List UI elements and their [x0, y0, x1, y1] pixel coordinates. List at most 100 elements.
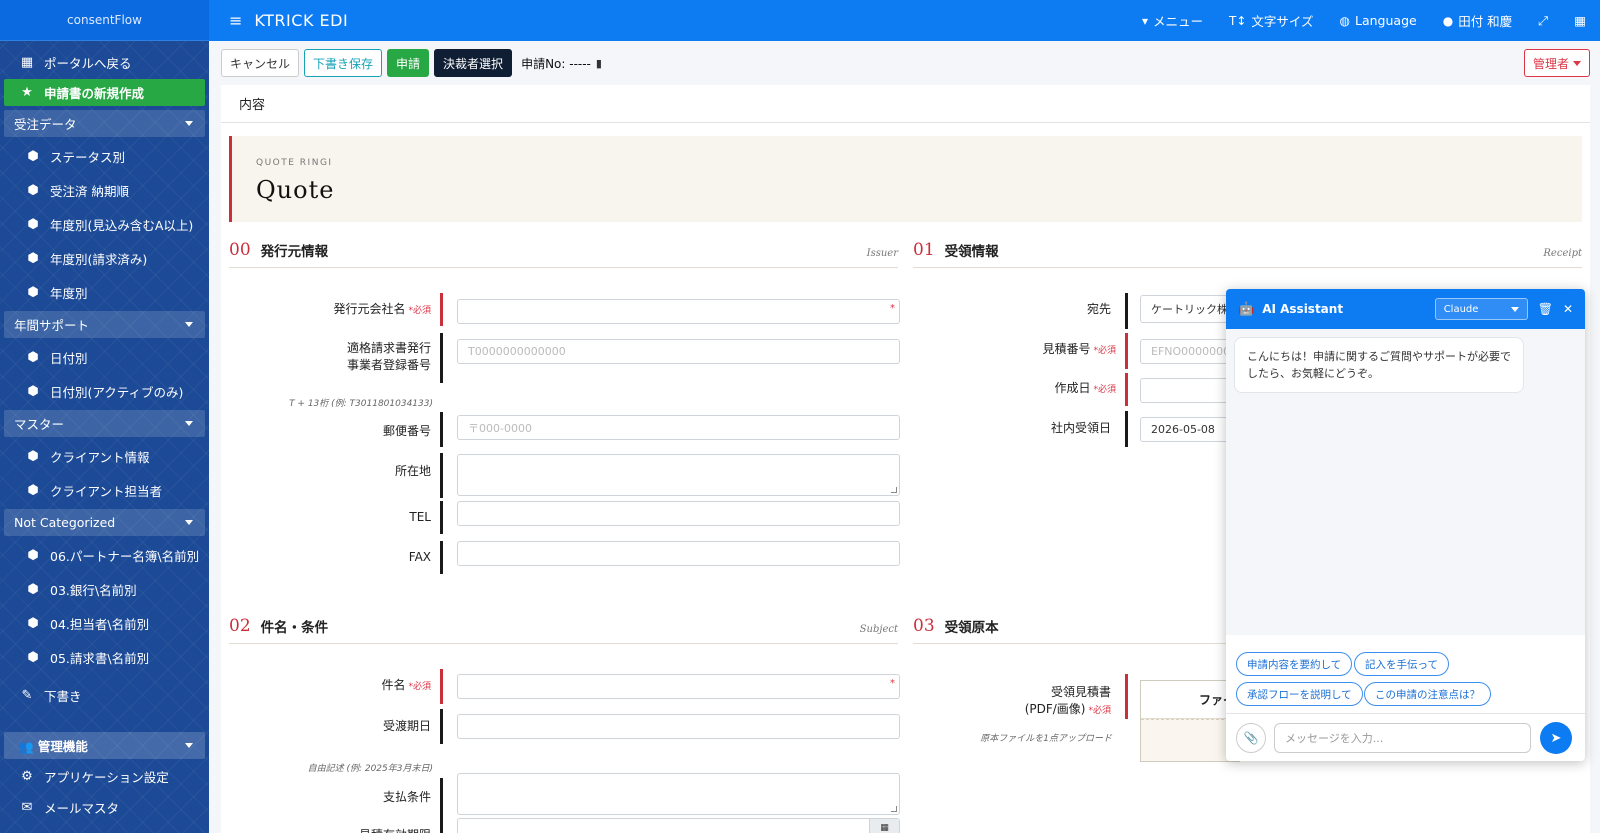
suggestion-help-fill[interactable]: 記入を手伝って	[1354, 652, 1449, 676]
sidebar-item-invoices[interactable]: ⬢ 05.請求書\名前別	[4, 640, 205, 674]
robot-icon: 🤖	[1238, 301, 1255, 317]
registration-number-input[interactable]: T0000000000000	[457, 339, 900, 364]
admin-dropdown[interactable]: 管理者	[1523, 49, 1590, 77]
building-icon: ▦	[20, 54, 34, 70]
sidebar-item-by-year[interactable]: ⬢ 年度別	[4, 275, 205, 309]
issuer-company-input[interactable]: *	[457, 299, 900, 324]
cube-icon: ⬢	[27, 349, 39, 365]
suggestion-approval-flow[interactable]: 承認フローを説明して	[1236, 682, 1363, 706]
field-marker	[440, 818, 443, 833]
received-date-label: 社内受領日	[1050, 421, 1111, 435]
chevron-down-icon	[185, 421, 193, 426]
quote-number-label: 見積番号 *必須	[1042, 342, 1116, 356]
recipient-select[interactable]: ケートリック株	[1140, 295, 1240, 323]
sidebar-group-annual-support[interactable]: 年間サポート	[4, 311, 205, 338]
drop-zone[interactable]	[1141, 719, 1239, 761]
postal-code-label: 郵便番号	[382, 424, 431, 438]
sidebar-item-by-year-billed[interactable]: ⬢ 年度別(請求済み)	[4, 241, 205, 275]
calendar-icon[interactable]: ▦	[869, 819, 899, 833]
sidebar-item-mail-master[interactable]: ✉ メールマスタ	[4, 792, 205, 823]
delivery-date-input[interactable]	[457, 714, 900, 739]
delivery-date-label: 受渡期日	[382, 719, 431, 733]
sidebar-item-partners[interactable]: ⬢ 06.パートナー名簿\名前別	[4, 538, 205, 572]
action-bar: キャンセル 下書き保存 申請 決裁者選択 申請No: ----- ▮ 管理者	[221, 49, 1590, 77]
save-draft-button[interactable]: 下書き保存	[304, 49, 383, 77]
resize-handle[interactable]	[891, 487, 897, 493]
brand-logo[interactable]: consentFlow	[0, 0, 209, 41]
tel-input[interactable]	[457, 501, 900, 526]
send-button[interactable]: ➤	[1540, 722, 1572, 754]
apply-button[interactable]: 申請	[387, 49, 430, 77]
required-marker	[440, 669, 443, 704]
sidebar-item-by-date-active[interactable]: ⬢ 日付別(アクティブのみ)	[4, 374, 205, 408]
users-cog-icon: 👥	[18, 739, 38, 754]
bookmark-icon: ▮	[595, 56, 602, 70]
trash-icon[interactable]: 🗑	[1538, 302, 1553, 316]
top-nav: ▾ メニュー T↕ 文字サイズ ◍ Language ● 田付 和慶 ⤢ ▦	[1116, 11, 1586, 30]
sidebar-item-new-request[interactable]: ★ 申請書の新規作成	[4, 79, 205, 106]
original-file-label: 受領見積書 (PDF/画像) *必須	[1024, 685, 1111, 716]
quote-number-input[interactable]: EFNO0000000	[1140, 339, 1240, 364]
sidebar-item-client-info[interactable]: ⬢ クライアント情報	[4, 439, 205, 473]
sidebar-item-app-settings[interactable]: ⚙ アプリケーション設定	[4, 761, 205, 792]
suggestion-notes[interactable]: この申請の注意点は？	[1364, 682, 1491, 706]
language-button[interactable]: ◍ Language	[1340, 13, 1417, 28]
sidebar-item-portal[interactable]: ▦ ポータルへ戻る	[4, 47, 205, 77]
form-hero: QUOTE RINGI Quote	[229, 136, 1582, 222]
subject-input[interactable]: *	[457, 674, 900, 699]
menu-button[interactable]: ▾ メニュー	[1142, 11, 1203, 30]
select-approver-button[interactable]: 決裁者選択	[434, 49, 513, 77]
postal-code-input[interactable]: 〒000-0000	[457, 415, 900, 440]
sidebar-item-by-year-forecast[interactable]: ⬢ 年度別(見込み含むA以上)	[4, 207, 205, 241]
fax-input[interactable]	[457, 541, 900, 566]
required-marker	[1125, 674, 1128, 719]
received-date-input[interactable]: 2026-05-08	[1140, 417, 1240, 442]
topbar: ≡ KTRICK EDI ▾ メニュー T↕ 文字サイズ ◍ Language ● 田付…	[209, 0, 1600, 41]
delivery-date-hint: 自由記述 (例: 2025年3月末日)	[307, 764, 433, 774]
created-date-input[interactable]	[1140, 378, 1240, 403]
font-size-button[interactable]: T↕ 文字サイズ	[1229, 11, 1314, 30]
sidebar-item-by-status[interactable]: ⬢ ステータス別	[4, 139, 205, 173]
registration-number-hint: T + 13桁 (例: T3011801034133)	[289, 399, 433, 409]
paperclip-icon[interactable]: 📎	[1236, 723, 1266, 753]
sidebar-item-by-date[interactable]: ⬢ 日付別	[4, 340, 205, 374]
sidebar-item-drafts[interactable]: ✎ 下書き	[4, 678, 205, 712]
close-icon[interactable]: ✕	[1563, 302, 1573, 316]
chevron-down-icon	[1573, 60, 1581, 66]
fullscreen-icon[interactable]: ⤢	[1538, 13, 1548, 29]
sidebar-group-admin[interactable]: 👥 管理機能	[4, 732, 205, 759]
address-textarea[interactable]	[457, 454, 900, 496]
paper-plane-icon: ➤	[1550, 730, 1562, 746]
sidebar-item-by-delivery[interactable]: ⬢ 受注済 納期順	[4, 173, 205, 207]
message-input[interactable]: メッセージを入力...	[1274, 723, 1531, 753]
sidebar-group-uncategorized[interactable]: Not Categorized	[4, 509, 205, 536]
mail-icon: ✉	[21, 800, 33, 815]
field-marker	[1125, 293, 1128, 329]
valid-until-input[interactable]: ▦	[457, 818, 900, 833]
issuer-company-label: 発行元会社名 *必須	[333, 302, 431, 316]
file-upload-button[interactable]: ファイ	[1141, 681, 1239, 719]
cancel-button[interactable]: キャンセル	[221, 49, 300, 77]
sidebar-item-client-contact[interactable]: ⬢ クライアント担当者	[4, 473, 205, 507]
field-marker	[440, 709, 443, 744]
card-header: 内容	[221, 85, 1590, 123]
user-menu[interactable]: ● 田付 和慶	[1443, 11, 1512, 30]
suggestion-summarize[interactable]: 申請内容を要約して	[1236, 652, 1353, 676]
cube-icon: ⬢	[27, 284, 39, 300]
sidebar-group-orders[interactable]: 受注データ	[4, 110, 205, 137]
chevron-down-icon	[185, 121, 193, 126]
cube-icon: ⬢	[27, 216, 39, 232]
gear-icon: ⚙	[21, 769, 33, 784]
model-select[interactable]: Claude	[1434, 298, 1528, 320]
grid-icon[interactable]: ▦	[1574, 13, 1586, 28]
required-marker	[1125, 373, 1128, 406]
field-marker	[440, 501, 443, 534]
section-receipt-header: 01 受領情報 Receipt	[913, 238, 1582, 268]
resize-handle[interactable]	[891, 806, 897, 812]
sidebar-item-staff[interactable]: ⬢ 04.担当者\名前別	[4, 606, 205, 640]
file-upload-box[interactable]: ファイ	[1140, 680, 1240, 762]
sidebar-item-banks[interactable]: ⬢ 03.銀行\名前別	[4, 572, 205, 606]
payment-terms-textarea[interactable]	[457, 773, 900, 815]
sidebar-group-master[interactable]: マスター	[4, 410, 205, 437]
hamburger-icon[interactable]: ≡	[229, 11, 242, 30]
